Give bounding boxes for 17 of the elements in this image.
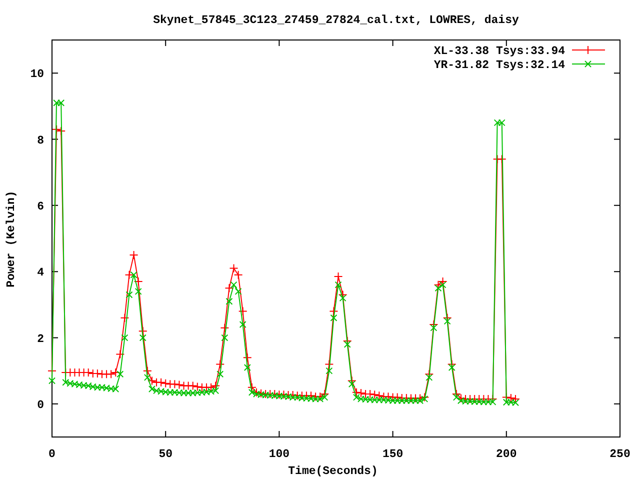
x-tick-label: 0 <box>48 448 56 461</box>
y-tick-label: 4 <box>37 266 44 280</box>
y-tick-label: 0 <box>37 398 44 412</box>
y-tick-label: 10 <box>30 68 44 82</box>
x-tick-label: 250 <box>610 448 630 461</box>
legend-label: YR-31.82 Tsys:32.14 <box>434 59 565 72</box>
chart-title: Skynet_57845_3C123_27459_27824_cal.txt, LOWRES, daisy <box>153 14 519 27</box>
y-tick-label: 6 <box>37 200 44 214</box>
x-axis-label: Time(Seconds) <box>288 465 378 478</box>
x-tick-label: 150 <box>382 448 404 461</box>
legend-label: XL-33.38 Tsys:33.94 <box>434 45 565 58</box>
y-tick-label: 8 <box>37 134 44 148</box>
y-tick-label: 2 <box>37 332 44 346</box>
y-axis-label: Power (Kelvin) <box>5 190 18 288</box>
x-tick-label: 50 <box>158 448 172 461</box>
x-tick-label: 200 <box>496 448 517 461</box>
x-tick-label: 100 <box>268 448 290 461</box>
